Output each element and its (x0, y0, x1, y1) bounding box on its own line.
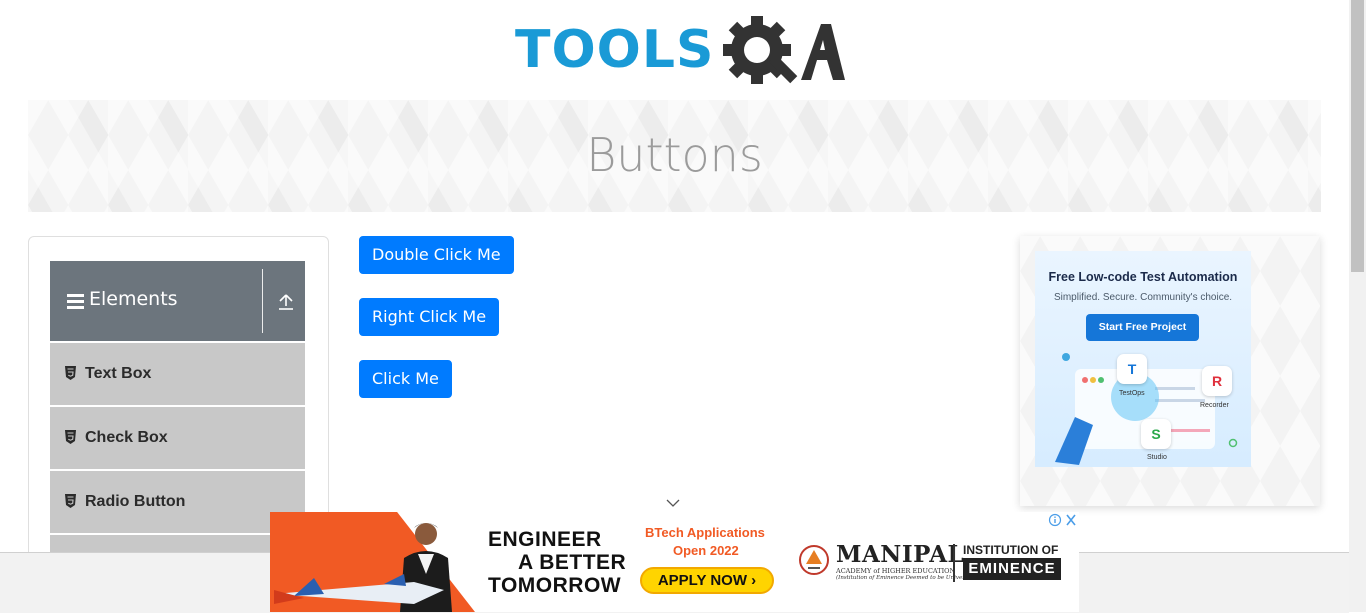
html5-icon (65, 494, 76, 508)
apply-now-button[interactable]: APPLY NOW › (640, 567, 774, 594)
click-me-button[interactable]: Click Me (359, 360, 452, 398)
institution-label: INSTITUTION OF (963, 543, 1059, 557)
html5-icon (65, 430, 76, 444)
toolsqa-logo[interactable]: TOOLS (515, 14, 845, 90)
sidebar-item-label: Text Box (85, 365, 152, 382)
ad-rocket-image (274, 574, 444, 604)
tile-caption: Recorder (1200, 402, 1229, 409)
ad-headline-1: ENGINEER (488, 528, 602, 551)
chevron-down-icon[interactable] (666, 498, 680, 508)
ad-cta-button[interactable]: Start Free Project (1086, 314, 1199, 341)
scrollbar-thumb[interactable] (1351, 0, 1364, 272)
page-title: Buttons (586, 128, 763, 182)
ad-title: Free Low-code Test Automation (1048, 270, 1238, 284)
sidebar-item-radio-button[interactable]: Radio Button (50, 471, 305, 533)
apply-now-label: APPLY NOW (657, 572, 747, 589)
divider (262, 269, 263, 333)
logo-text: TOOLS (515, 20, 715, 80)
testops-tile-icon: T (1117, 354, 1147, 384)
page-banner: Buttons (28, 100, 1321, 212)
sidebar-item-label: Radio Button (85, 493, 186, 510)
sidebar-group-label: Elements (89, 288, 178, 310)
ad-headline-2: A BETTER (518, 551, 627, 574)
divider (953, 544, 955, 582)
manipal-academy: ACADEMY of HIGHER EDUCATION (836, 567, 956, 575)
ad-btech-line-2: Open 2022 (673, 543, 739, 558)
bottom-advertisement[interactable]: ENGINEER A BETTER TOMORROW BTech Applica… (270, 512, 1079, 612)
logo-gear-q-icon (723, 16, 845, 84)
sidebar-item-check-box[interactable]: Check Box (50, 407, 305, 469)
side-advertisement[interactable]: Free Low-code Test Automation Simplified… (1020, 236, 1320, 506)
ad-choices-close-icon[interactable] (1048, 512, 1079, 528)
sidebar-item-label: Check Box (85, 429, 168, 446)
chevron-right-icon: › (751, 572, 757, 589)
html5-icon (65, 366, 76, 380)
right-click-button[interactable]: Right Click Me (359, 298, 500, 336)
studio-tile-icon: S (1141, 419, 1171, 449)
manipal-brand: MANIPAL (836, 541, 965, 568)
menu-icon (67, 294, 84, 312)
ad-subtitle: Simplified. Secure. Community's choice. (1053, 292, 1233, 303)
tile-caption: Studio (1147, 454, 1167, 461)
ad-headline-3: TOMORROW (488, 574, 622, 597)
manipal-emblem-icon (799, 545, 829, 575)
tile-caption: TestOps (1119, 390, 1145, 397)
ad-btech-line-1: BTech Applications (645, 525, 765, 540)
sidebar-group-elements[interactable]: Elements (50, 261, 305, 341)
recorder-tile-icon: R (1202, 366, 1232, 396)
collapse-upload-icon[interactable] (277, 293, 295, 311)
eminence-badge: EMINENCE (963, 558, 1061, 580)
double-click-button[interactable]: Double Click Me (359, 236, 514, 274)
manipal-tagline: (Institution of Eminence Deemed to be Un… (836, 575, 977, 581)
sidebar-item-text-box[interactable]: Text Box (50, 343, 305, 405)
ad-card[interactable]: Free Low-code Test Automation Simplified… (1035, 251, 1251, 467)
